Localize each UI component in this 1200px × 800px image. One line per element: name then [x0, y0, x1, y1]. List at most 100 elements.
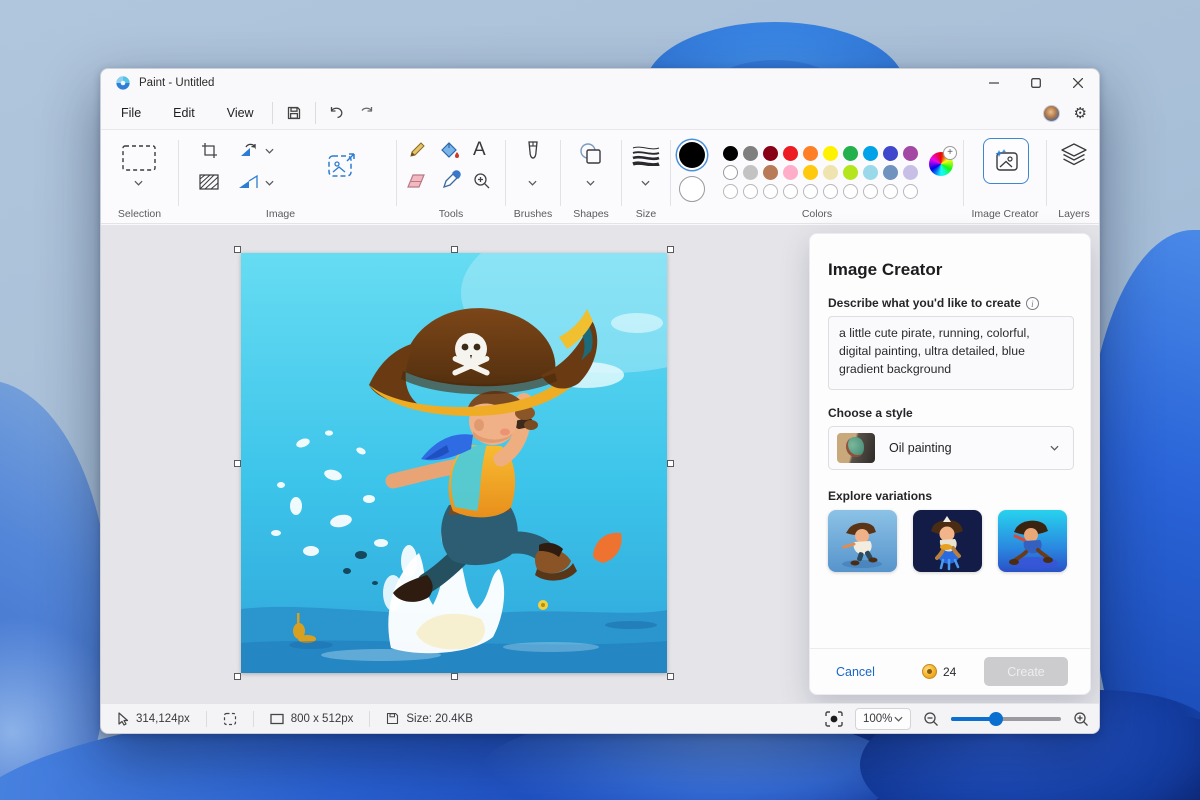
resize-image-icon[interactable] [327, 152, 357, 185]
redo-icon[interactable] [352, 101, 382, 125]
divider [272, 102, 273, 124]
selection-handle[interactable] [667, 246, 674, 253]
selection-handle[interactable] [451, 673, 458, 680]
title-bar[interactable]: Paint - Untitled [101, 69, 1099, 97]
color-swatch[interactable] [743, 146, 758, 161]
selection-handle[interactable] [234, 460, 241, 467]
color-swatch[interactable] [823, 146, 838, 161]
color-swatch[interactable] [803, 146, 818, 161]
empty-color-slot[interactable] [783, 184, 798, 199]
empty-color-slot[interactable] [863, 184, 878, 199]
account-avatar[interactable] [1043, 105, 1060, 122]
close-button[interactable] [1057, 69, 1099, 97]
panel-footer: Cancel 24 Create [810, 648, 1090, 694]
color-swatch[interactable] [723, 165, 738, 180]
color-swatch[interactable] [903, 146, 918, 161]
menu-file[interactable]: File [109, 101, 153, 125]
color-swatch[interactable] [883, 146, 898, 161]
eraser-icon[interactable] [405, 172, 427, 195]
empty-color-slot[interactable] [763, 184, 778, 199]
color-swatch[interactable] [763, 165, 778, 180]
group-label: Size [622, 208, 670, 220]
color-swatch[interactable] [903, 165, 918, 180]
crop-icon[interactable] [201, 142, 219, 165]
chevron-down-icon[interactable] [528, 180, 537, 186]
divider [315, 102, 316, 124]
maximize-button[interactable] [1015, 69, 1057, 97]
pencil-icon[interactable] [407, 140, 427, 165]
fit-to-screen-icon[interactable] [825, 711, 843, 727]
selection-handle[interactable] [667, 673, 674, 680]
secondary-color-swatch[interactable] [679, 176, 705, 202]
canvas-image[interactable] [241, 253, 667, 673]
empty-color-slot[interactable] [883, 184, 898, 199]
empty-color-slot[interactable] [743, 184, 758, 199]
group-label: Shapes [561, 208, 621, 220]
prompt-input[interactable]: a little cute pirate, running, colorful,… [828, 316, 1074, 390]
zoom-in-icon[interactable] [1073, 711, 1089, 727]
color-swatch[interactable] [743, 165, 758, 180]
menu-view[interactable]: View [215, 101, 266, 125]
zoom-out-icon[interactable] [923, 711, 939, 727]
color-swatch[interactable] [883, 165, 898, 180]
variation-thumbnail-1[interactable] [828, 510, 897, 572]
save-icon[interactable] [279, 101, 309, 125]
undo-icon[interactable] [322, 101, 352, 125]
variation-thumbnail-3[interactable] [998, 510, 1067, 572]
chevron-down-icon[interactable] [265, 180, 274, 186]
zoom-level-dropdown[interactable]: 100% [855, 708, 911, 730]
layers-icon[interactable] [1060, 142, 1088, 173]
color-swatch[interactable] [783, 146, 798, 161]
color-swatch[interactable] [803, 165, 818, 180]
empty-color-slot[interactable] [843, 184, 858, 199]
color-swatch[interactable] [783, 165, 798, 180]
selection-tool[interactable] [121, 144, 157, 172]
flip-icon[interactable] [237, 174, 259, 196]
text-tool-icon[interactable]: A [473, 139, 486, 161]
color-swatch[interactable] [863, 146, 878, 161]
variation-thumbnail-2[interactable] [913, 510, 982, 572]
cancel-button[interactable]: Cancel [836, 665, 875, 679]
selection-handle[interactable] [234, 246, 241, 253]
image-creator-group: Image Creator [964, 130, 1046, 224]
edit-colors-wheel[interactable] [929, 152, 953, 176]
group-label: Layers [1047, 208, 1100, 220]
image-creator-button[interactable] [983, 138, 1029, 184]
menu-edit[interactable]: Edit [161, 101, 207, 125]
color-swatch[interactable] [863, 165, 878, 180]
chevron-down-icon[interactable] [265, 148, 274, 154]
brush-icon[interactable] [525, 140, 541, 171]
empty-color-slot[interactable] [903, 184, 918, 199]
empty-color-slot[interactable] [803, 184, 818, 199]
color-swatch[interactable] [823, 165, 838, 180]
color-swatch[interactable] [843, 165, 858, 180]
chevron-down-icon[interactable] [134, 180, 143, 186]
zoom-slider[interactable] [951, 717, 1061, 721]
texture-icon[interactable] [199, 174, 219, 195]
magnifier-icon[interactable] [473, 172, 491, 195]
color-swatch[interactable] [763, 146, 778, 161]
color-swatch[interactable] [843, 146, 858, 161]
create-button[interactable]: Create [984, 657, 1068, 686]
zoom-slider-thumb[interactable] [989, 712, 1003, 726]
selection-handle[interactable] [451, 246, 458, 253]
empty-color-slot[interactable] [823, 184, 838, 199]
selection-handle[interactable] [234, 673, 241, 680]
ribbon-toolbar: Selection Image [101, 130, 1099, 224]
selection-handle[interactable] [667, 460, 674, 467]
eyedropper-icon[interactable] [441, 170, 461, 195]
shapes-icon[interactable] [578, 142, 604, 171]
info-icon[interactable]: i [1026, 297, 1039, 310]
fill-bucket-icon[interactable] [439, 140, 461, 165]
layers-group: Layers [1047, 130, 1100, 224]
size-icon[interactable] [632, 144, 660, 171]
chevron-down-icon[interactable] [586, 180, 595, 186]
chevron-down-icon[interactable] [641, 180, 650, 186]
minimize-button[interactable] [973, 69, 1015, 97]
style-dropdown[interactable]: Oil painting [828, 426, 1074, 470]
color-swatch[interactable] [723, 146, 738, 161]
primary-color-swatch[interactable] [679, 142, 705, 168]
empty-color-slot[interactable] [723, 184, 738, 199]
rotate-icon[interactable] [239, 142, 259, 165]
settings-gear-icon[interactable]: ⚙ [1074, 106, 1087, 121]
